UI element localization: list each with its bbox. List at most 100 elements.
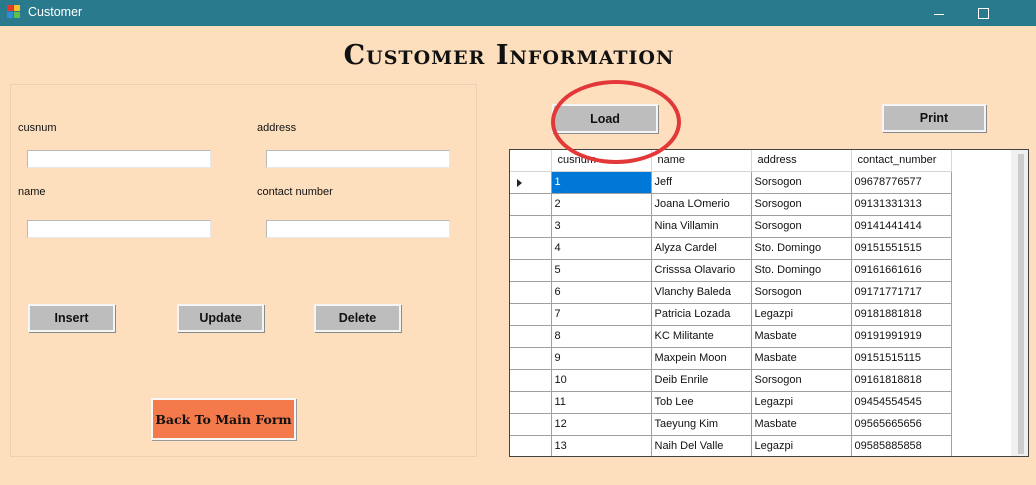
load-button[interactable]: Load [552,104,658,133]
cell-address[interactable]: Sorsogon [751,171,852,194]
cell-contact-number[interactable]: 09161818818 [851,369,952,392]
cell-address[interactable]: Sorsogon [751,193,852,216]
cell-name[interactable]: KC Militante [651,325,752,348]
cell-name[interactable]: Vlanchy Baleda [651,281,752,304]
contact-number-field[interactable] [266,220,450,238]
cell-name[interactable]: Naih Del Valle [651,435,752,456]
name-field[interactable] [27,220,211,238]
table-row[interactable]: 4 Alyza Cardel Sto. Domingo 09151551515 [510,237,952,260]
cell-contact-number[interactable]: 09585885858 [851,435,952,456]
row-header[interactable] [510,303,552,326]
column-header-name[interactable]: name [651,150,752,172]
row-header[interactable] [510,259,552,282]
cell-cusnum[interactable]: 6 [551,281,652,304]
row-header[interactable] [510,193,552,216]
update-button[interactable]: Update [177,304,264,332]
row-header[interactable] [510,325,552,348]
row-header[interactable] [510,281,552,304]
back-to-main-form-button[interactable]: Back To Main Form [151,398,296,440]
cell-address[interactable]: Legazpi [751,435,852,456]
row-header[interactable] [510,237,552,260]
row-header[interactable] [510,391,552,414]
cell-name[interactable]: Joana LOmerio [651,193,752,216]
vertical-scrollbar[interactable] [1011,150,1028,456]
cell-name[interactable]: Maxpein Moon [651,347,752,370]
delete-button[interactable]: Delete [314,304,401,332]
cell-address[interactable]: Sorsogon [751,215,852,238]
table-row[interactable]: 11 Tob Lee Legazpi 09454554545 [510,391,952,414]
cell-contact-number[interactable]: 09151551515 [851,237,952,260]
cell-contact-number[interactable]: 09141441414 [851,215,952,238]
column-header-cusnum[interactable]: cusnum [551,150,652,172]
minimize-button[interactable] [916,0,962,26]
cell-contact-number[interactable]: 09191991919 [851,325,952,348]
cell-address[interactable]: Sto. Domingo [751,259,852,282]
cell-name[interactable]: Nina Villamin [651,215,752,238]
cell-cusnum[interactable]: 12 [551,413,652,436]
table-row[interactable]: 8 KC Militante Masbate 09191991919 [510,325,952,348]
print-button[interactable]: Print [882,104,986,132]
cell-cusnum[interactable]: 4 [551,237,652,260]
cusnum-field[interactable] [27,150,211,168]
table-row[interactable]: 1 Jeff Sorsogon 09678776577 [510,171,952,194]
cell-cusnum[interactable]: 2 [551,193,652,216]
cell-address[interactable]: Masbate [751,347,852,370]
cell-cusnum[interactable]: 3 [551,215,652,238]
column-header-contact-number[interactable]: contact_number [851,150,952,172]
cell-name[interactable]: Jeff [651,171,752,194]
table-row[interactable]: 3 Nina Villamin Sorsogon 09141441414 [510,215,952,238]
row-header[interactable] [510,369,552,392]
cell-contact-number[interactable]: 09131331313 [851,193,952,216]
cell-cusnum[interactable]: 9 [551,347,652,370]
cell-cusnum[interactable]: 8 [551,325,652,348]
row-header[interactable] [510,413,552,436]
current-row-arrow-icon [517,178,522,187]
cell-contact-number[interactable]: 09161661616 [851,259,952,282]
table-row[interactable]: 2 Joana LOmerio Sorsogon 09131331313 [510,193,952,216]
cell-contact-number[interactable]: 09151515115 [851,347,952,370]
scrollbar-thumb[interactable] [1018,154,1024,454]
cell-contact-number[interactable]: 09181881818 [851,303,952,326]
cell-name[interactable]: Deib Enrile [651,369,752,392]
address-field[interactable] [266,150,450,168]
table-row[interactable]: 12 Taeyung Kim Masbate 09565665656 [510,413,952,436]
cell-cusnum[interactable]: 5 [551,259,652,282]
table-row[interactable]: 7 Patricia Lozada Legazpi 09181881818 [510,303,952,326]
table-row[interactable]: 13 Naih Del Valle Legazpi 09585885858 [510,435,952,456]
cell-cusnum[interactable]: 10 [551,369,652,392]
cell-contact-number[interactable]: 09565665656 [851,413,952,436]
row-header[interactable] [510,347,552,370]
cell-name[interactable]: Alyza Cardel [651,237,752,260]
cell-cusnum[interactable]: 11 [551,391,652,414]
cell-cusnum[interactable]: 7 [551,303,652,326]
cell-address[interactable]: Masbate [751,413,852,436]
cell-address[interactable]: Legazpi [751,391,852,414]
column-header-address[interactable]: address [751,150,852,172]
cell-name[interactable]: Taeyung Kim [651,413,752,436]
table-row[interactable]: 6 Vlanchy Baleda Sorsogon 09171771717 [510,281,952,304]
cell-contact-number[interactable]: 09454554545 [851,391,952,414]
cell-contact-number[interactable]: 09171771717 [851,281,952,304]
cell-address[interactable]: Sorsogon [751,281,852,304]
table-row[interactable]: 9 Maxpein Moon Masbate 09151515115 [510,347,952,370]
row-header[interactable] [510,171,552,194]
cell-name[interactable]: Patricia Lozada [651,303,752,326]
cell-cusnum[interactable]: 1 [551,171,652,194]
cell-cusnum[interactable]: 13 [551,435,652,456]
cell-address[interactable]: Sorsogon [751,369,852,392]
insert-button[interactable]: Insert [28,304,115,332]
maximize-button[interactable] [960,0,1006,26]
table-row[interactable]: 10 Deib Enrile Sorsogon 09161818818 [510,369,952,392]
customer-data-grid[interactable]: cusnum name address contact_number 1 Jeff… [509,149,1029,457]
cell-address[interactable]: Masbate [751,325,852,348]
row-header[interactable] [510,435,552,456]
title-bar: Customer [0,0,1036,26]
table-row[interactable]: 5 Crisssa Olavario Sto. Domingo 09161661616 [510,259,952,282]
page-title: Customer Information [343,40,675,71]
row-header[interactable] [510,215,552,238]
cell-address[interactable]: Legazpi [751,303,852,326]
cell-contact-number[interactable]: 09678776577 [851,171,952,194]
cell-name[interactable]: Crisssa Olavario [651,259,752,282]
cell-address[interactable]: Sto. Domingo [751,237,852,260]
cell-name[interactable]: Tob Lee [651,391,752,414]
